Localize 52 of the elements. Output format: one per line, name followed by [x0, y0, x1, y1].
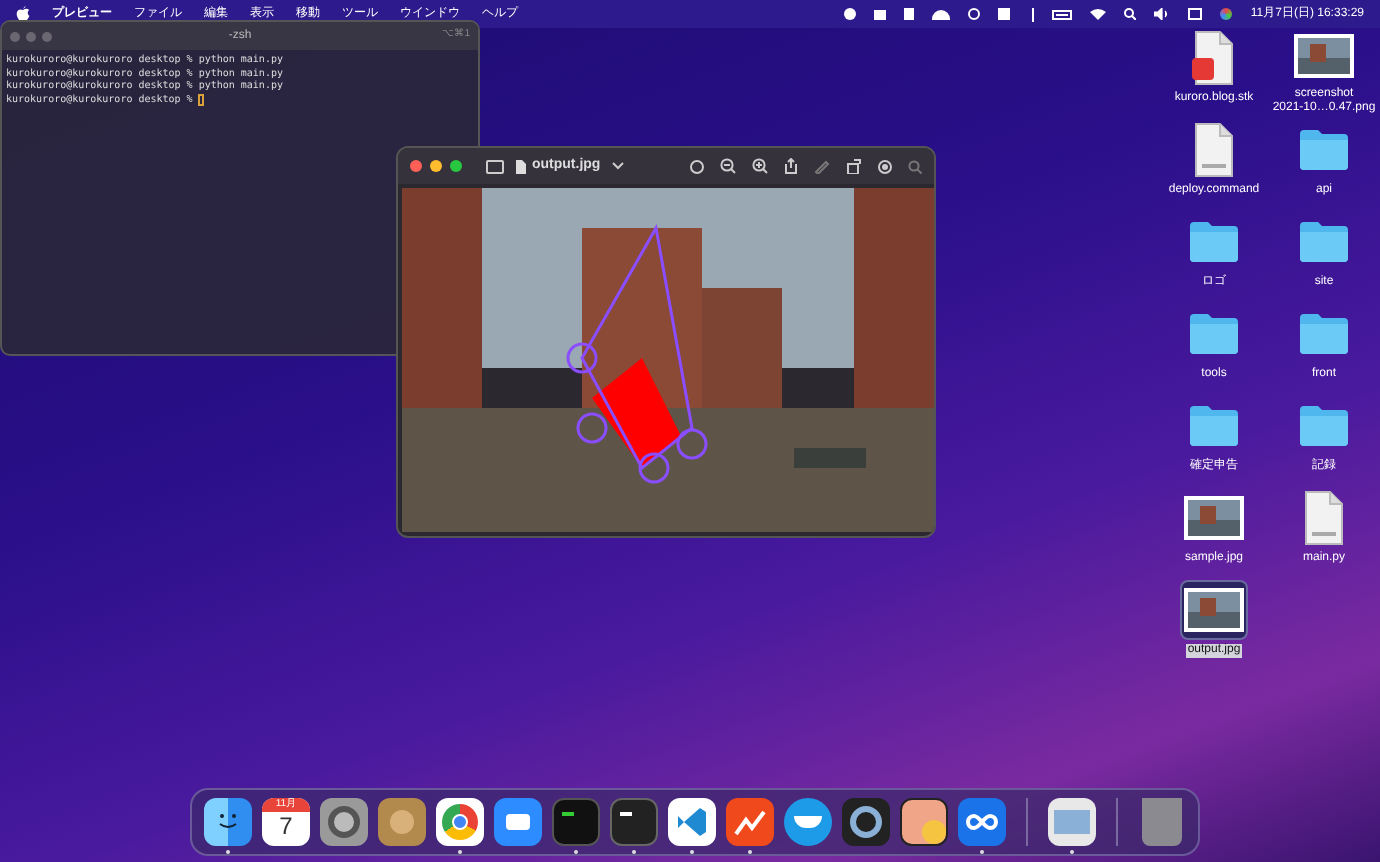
folder-icon: [1298, 128, 1350, 172]
chevron-down-icon[interactable]: [612, 162, 625, 170]
desktop-icon[interactable]: [1180, 580, 1248, 640]
image-thumbnail-icon: [1184, 496, 1244, 540]
folder-icon: [1298, 404, 1350, 448]
speaker-icon[interactable]: [1154, 8, 1171, 20]
status-icon[interactable]: [844, 8, 857, 20]
terminal-app-icon[interactable]: [610, 797, 658, 845]
image-thumbnail-icon: [1184, 588, 1244, 632]
share-icon[interactable]: [784, 158, 798, 174]
image-thumbnail-icon: [1294, 34, 1354, 78]
script-file-icon: [1302, 490, 1346, 546]
status-icon[interactable]: [874, 9, 887, 19]
folder-icon: [1188, 220, 1240, 264]
rotate-icon[interactable]: [846, 158, 862, 174]
code-editor-app-icon[interactable]: [668, 797, 716, 845]
folder-icon: [1188, 312, 1240, 356]
markup-icon[interactable]: [878, 159, 892, 173]
desktop-icon[interactable]: [1290, 28, 1358, 84]
status-icon[interactable]: [968, 8, 981, 20]
text-cursor: [198, 93, 205, 106]
control-center-icon[interactable]: [1188, 8, 1203, 20]
wifi-icon[interactable]: [1090, 8, 1107, 20]
pill-app-icon[interactable]: [900, 797, 948, 845]
file-icon: [516, 159, 526, 173]
browser-app-icon[interactable]: [436, 797, 484, 845]
minimize-button[interactable]: [430, 160, 442, 172]
script-file-icon: [1192, 122, 1236, 178]
chart-app-icon[interactable]: [726, 797, 774, 845]
contacts-app-icon[interactable]: [378, 797, 426, 845]
battery-icon[interactable]: [1052, 9, 1073, 19]
zoom-button[interactable]: [450, 160, 462, 172]
folder-icon: [1298, 220, 1350, 264]
trash-icon[interactable]: [1142, 797, 1182, 845]
terminal-app-icon[interactable]: [552, 797, 600, 845]
calendar-day: 7: [279, 811, 293, 841]
cloud-icon[interactable]: [932, 9, 951, 19]
pen-icon[interactable]: [814, 158, 830, 174]
finder-app-icon[interactable]: [204, 797, 252, 845]
folder-icon: [1188, 404, 1240, 448]
apple-logo-icon[interactable]: [16, 6, 30, 22]
zoom-out-icon[interactable]: [720, 158, 736, 174]
folder-icon: [1298, 312, 1350, 356]
sidebar-toggle-icon[interactable]: [486, 159, 504, 173]
media-player-app-icon[interactable]: [842, 797, 890, 845]
zoom-in-icon[interactable]: [752, 158, 768, 174]
status-icon[interactable]: [904, 8, 915, 20]
preview-app-icon[interactable]: [1048, 797, 1096, 845]
close-button[interactable]: [410, 160, 422, 172]
infinity-app-icon[interactable]: [958, 797, 1006, 845]
siri-icon[interactable]: [1220, 8, 1233, 20]
document-icon: [1192, 30, 1236, 86]
